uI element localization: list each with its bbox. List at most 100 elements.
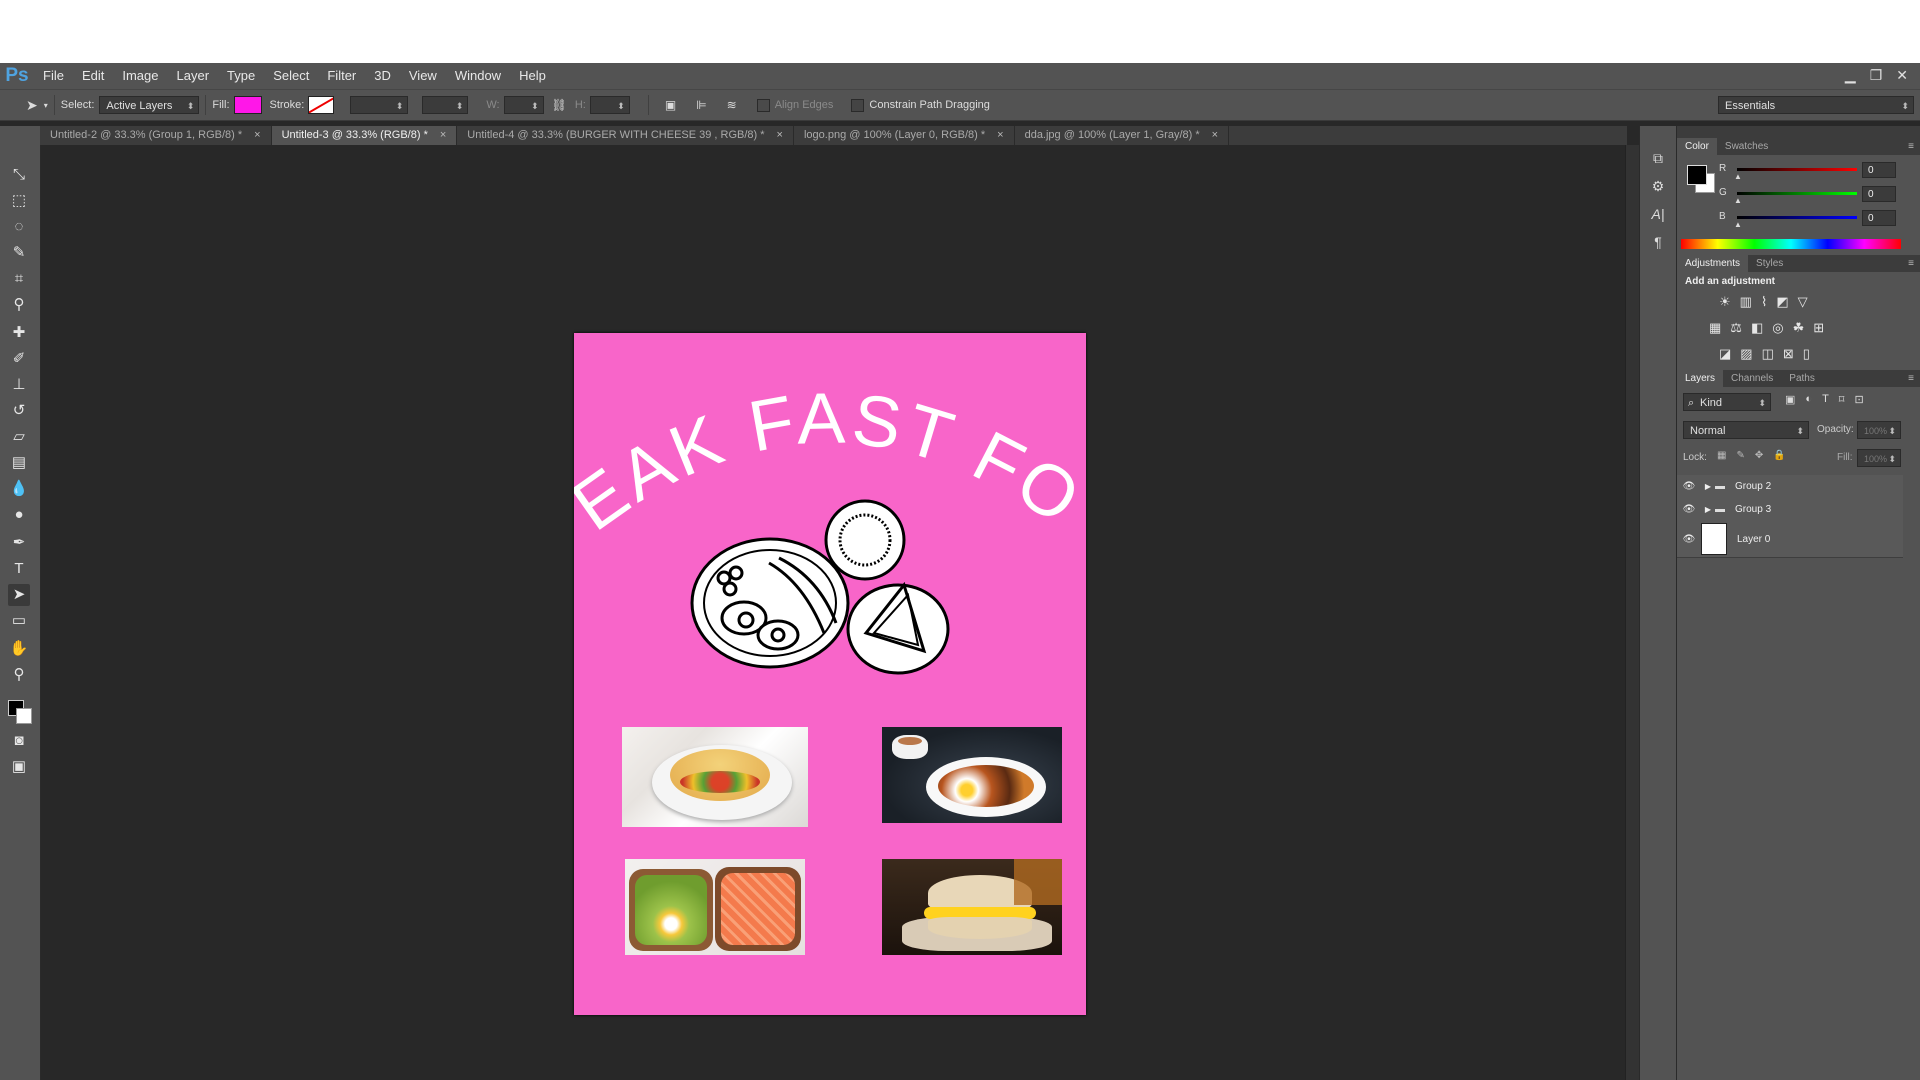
channel-mixer-icon[interactable]: ☘	[1793, 320, 1805, 336]
path-select-tool-icon[interactable]: ➤	[26, 97, 38, 114]
quick-select-tool-icon[interactable]: ✎	[8, 242, 30, 264]
blur-tool-icon[interactable]: 💧	[8, 478, 30, 500]
exposure-icon[interactable]: ◩	[1776, 294, 1788, 310]
layer-row-group-2[interactable]: 👁 ▶ ▬ Group 2	[1677, 475, 1903, 499]
layer-name[interactable]: Group 3	[1735, 504, 1771, 515]
menu-type[interactable]: Type	[218, 63, 264, 89]
pixel-filter-icon[interactable]: ▣	[1785, 393, 1795, 406]
hue-saturation-icon[interactable]: ▦	[1709, 320, 1721, 336]
color-spectrum-bar[interactable]	[1681, 239, 1901, 249]
tab-adjustments[interactable]: Adjustments	[1677, 255, 1749, 272]
menu-edit[interactable]: Edit	[73, 63, 113, 89]
layer-name[interactable]: Layer 0	[1737, 534, 1770, 545]
slider-thumb-icon[interactable]: ▲	[1734, 220, 1742, 229]
red-slider[interactable]: R ▲ 0	[1677, 159, 1920, 183]
tab-channels[interactable]: Channels	[1723, 370, 1781, 387]
gradient-tool-icon[interactable]: ▤	[8, 452, 30, 474]
vertical-scrollbar[interactable]	[1625, 145, 1640, 1080]
paragraph-icon[interactable]: ¶	[1640, 228, 1676, 256]
tab-styles[interactable]: Styles	[1748, 255, 1791, 272]
expand-arrow-icon[interactable]: ▶	[1701, 505, 1715, 514]
tab-dda[interactable]: dda.jpg @ 100% (Layer 1, Gray/8) * ×	[1015, 126, 1230, 145]
type-tool-icon[interactable]: T	[8, 558, 30, 580]
eraser-tool-icon[interactable]: ▱	[8, 426, 30, 448]
visibility-eye-icon[interactable]: 👁	[1677, 534, 1701, 545]
menu-image[interactable]: Image	[113, 63, 167, 89]
visibility-eye-icon[interactable]: 👁	[1677, 481, 1701, 492]
lock-all-icon[interactable]: 🔒	[1773, 450, 1785, 461]
slider-thumb-icon[interactable]: ▲	[1734, 196, 1742, 205]
height-field[interactable]	[589, 96, 630, 115]
menu-help[interactable]: Help	[510, 63, 555, 89]
close-icon[interactable]: ×	[997, 129, 1003, 141]
menu-select[interactable]: Select	[264, 63, 318, 89]
width-field[interactable]	[503, 96, 544, 115]
path-operations-icon[interactable]: ▣	[665, 98, 676, 112]
gradient-map-icon[interactable]: ▯	[1803, 346, 1810, 362]
screen-mode-icon[interactable]: ▣	[8, 756, 30, 778]
levels-icon[interactable]: ▥	[1740, 294, 1752, 310]
layer-row-group-3[interactable]: 👁 ▶ ▬ Group 3	[1677, 498, 1903, 522]
select-dropdown[interactable]: Active Layers	[99, 96, 200, 115]
tab-untitled-3[interactable]: Untitled-3 @ 33.3% (RGB/8) * ×	[271, 126, 458, 145]
type-filter-icon[interactable]: T	[1822, 393, 1829, 406]
properties-icon[interactable]: ⚙	[1640, 172, 1676, 200]
close-icon[interactable]: ×	[777, 129, 783, 141]
blend-mode-dropdown[interactable]: Normal	[1683, 421, 1809, 440]
red-value[interactable]: 0	[1862, 162, 1896, 178]
tab-untitled-2[interactable]: Untitled-2 @ 33.3% (Group 1, RGB/8) * ×	[40, 126, 272, 145]
foreground-color-swatch[interactable]	[1687, 165, 1707, 185]
menu-filter[interactable]: Filter	[318, 63, 365, 89]
close-icon[interactable]: ×	[1212, 129, 1218, 141]
opacity-field[interactable]: 100%	[1857, 421, 1901, 440]
fill-swatch[interactable]	[233, 96, 262, 114]
rectangle-tool-icon[interactable]: ▭	[8, 610, 30, 632]
tab-color[interactable]: Color	[1677, 138, 1717, 155]
visibility-eye-icon[interactable]: 👁	[1677, 504, 1701, 515]
eyedropper-tool-icon[interactable]: ⚲	[8, 294, 30, 316]
menu-view[interactable]: View	[400, 63, 446, 89]
shape-filter-icon[interactable]: ⌑	[1839, 393, 1845, 406]
stroke-width-field[interactable]	[350, 96, 409, 115]
fill-field[interactable]: 100%	[1857, 449, 1901, 468]
document-canvas[interactable]: BREAK FAST FOOD	[574, 333, 1086, 1015]
tab-paths[interactable]: Paths	[1781, 370, 1823, 387]
chevron-down-icon[interactable]: ▾	[44, 101, 48, 110]
expand-arrow-icon[interactable]: ▶	[1701, 482, 1715, 491]
clone-stamp-tool-icon[interactable]: ⊥	[8, 374, 30, 396]
green-value[interactable]: 0	[1862, 186, 1896, 202]
menu-3d[interactable]: 3D	[365, 63, 400, 89]
layer-row-layer-0[interactable]: 👁 Layer 0	[1677, 521, 1903, 558]
zoom-tool-icon[interactable]: ⚲	[8, 664, 30, 686]
curves-icon[interactable]: ⌇	[1761, 294, 1767, 310]
invert-icon[interactable]: ◪	[1719, 346, 1731, 362]
panel-menu-icon[interactable]: ≡	[1908, 255, 1914, 272]
black-white-icon[interactable]: ◧	[1751, 320, 1763, 336]
stroke-type-dropdown[interactable]	[422, 96, 469, 115]
lock-position-icon[interactable]: ✥	[1755, 450, 1763, 461]
threshold-icon[interactable]: ◫	[1762, 346, 1774, 362]
green-slider[interactable]: G ▲ 0	[1677, 183, 1920, 207]
brightness-icon[interactable]: ☀	[1719, 294, 1731, 310]
color-lookup-icon[interactable]: ⊞	[1813, 320, 1824, 336]
workspace-dropdown[interactable]: Essentials	[1718, 96, 1914, 115]
posterize-icon[interactable]: ▨	[1740, 346, 1752, 362]
crop-tool-icon[interactable]: ⌗	[8, 268, 30, 290]
tab-swatches[interactable]: Swatches	[1717, 138, 1776, 155]
layer-name[interactable]: Group 2	[1735, 481, 1771, 492]
stroke-swatch[interactable]	[308, 96, 335, 114]
path-selection-tool-icon[interactable]: ➤	[8, 584, 30, 606]
align-edges-checkbox[interactable]	[756, 98, 775, 112]
marquee-tool-icon[interactable]: ⬚	[8, 190, 30, 212]
restore-icon[interactable]: ❐	[1870, 63, 1883, 87]
quick-mask-icon[interactable]: ◙	[8, 730, 30, 752]
color-balance-icon[interactable]: ⚖	[1730, 320, 1742, 336]
tab-logo[interactable]: logo.png @ 100% (Layer 0, RGB/8) * ×	[794, 126, 1015, 145]
slider-thumb-icon[interactable]: ▲	[1734, 172, 1742, 181]
history-brush-tool-icon[interactable]: ↺	[8, 400, 30, 422]
tab-layers[interactable]: Layers	[1677, 370, 1724, 387]
smart-object-filter-icon[interactable]: ⊡	[1854, 393, 1863, 406]
lock-pixels-icon[interactable]: ✎	[1736, 450, 1744, 461]
lock-transparency-icon[interactable]: ▦	[1717, 450, 1726, 461]
layer-kind-filter[interactable]: ⌕ Kind	[1683, 393, 1771, 412]
